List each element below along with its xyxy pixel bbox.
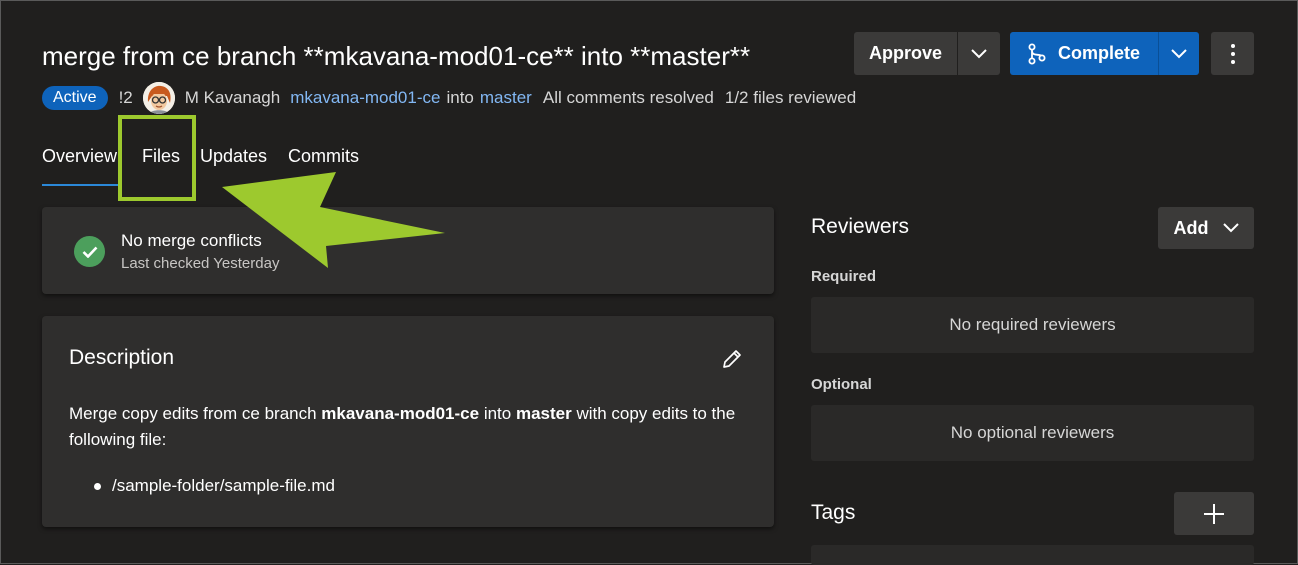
description-text-start: Merge copy edits from ce branch [69, 404, 322, 423]
merge-status-title: No merge conflicts [121, 231, 262, 250]
comments-status: All comments resolved [542, 88, 714, 107]
description-text-mid: into [479, 404, 516, 423]
reviewers-heading: Reviewers [811, 215, 910, 238]
pencil-icon[interactable] [720, 347, 744, 371]
source-branch-link[interactable]: mkavana-mod01-ce [290, 88, 440, 108]
bullet-dot [94, 482, 101, 490]
description-card: Description Merge copy edits from ce bra… [42, 316, 774, 527]
tags-heading: Tags [811, 501, 856, 524]
avatar[interactable] [142, 82, 175, 114]
pr-id: !2 [118, 88, 133, 107]
branch-merge-icon [1028, 43, 1046, 64]
required-reviewers-box: No required reviewers [811, 297, 1254, 353]
plus-icon [1204, 503, 1224, 524]
description-target-branch: master [515, 404, 572, 423]
add-tag-button[interactable] [1174, 492, 1254, 535]
files-tab-highlight-box [118, 115, 196, 201]
approve-button[interactable]: Approve [854, 32, 957, 75]
more-vertical-icon [1230, 43, 1235, 64]
chevron-down-icon [1171, 48, 1187, 58]
tab-bar: Overview Files Updates Commits [42, 140, 368, 186]
pr-meta-row: Active !2 M Kavanagh mkavana-mod01-ce in… [42, 82, 856, 114]
target-branch-link[interactable]: master [480, 88, 532, 108]
approve-split-button: Approve [854, 32, 1000, 75]
status-badge: Active [42, 86, 108, 110]
complete-button[interactable]: Complete [1010, 32, 1158, 75]
merge-status-card: No merge conflicts Last checked Yesterda… [42, 207, 774, 294]
chevron-down-icon [971, 48, 987, 58]
avatar-image [142, 82, 175, 114]
description-heading: Description [69, 346, 175, 369]
complete-dropdown-button[interactable] [1159, 32, 1199, 75]
author-name[interactable]: M Kavanagh [185, 88, 280, 108]
approve-dropdown-button[interactable] [958, 32, 1000, 75]
add-reviewer-button[interactable]: Add [1158, 207, 1254, 249]
complete-button-label: Complete [1057, 43, 1140, 63]
page-title: merge from ce branch **mkavana-mod01-ce*… [42, 41, 751, 71]
check-circle-icon [74, 236, 105, 267]
description-source-branch: mkavana-mod01-ce [321, 404, 480, 423]
list-item: /sample-folder/sample-file.md [94, 473, 335, 499]
files-reviewed-status: 1/2 files reviewed [724, 88, 857, 107]
optional-label: Optional [811, 376, 872, 393]
required-label: Required [811, 268, 877, 285]
more-actions-button[interactable] [1211, 32, 1254, 75]
tab-updates[interactable]: Updates [200, 140, 288, 186]
tab-commits[interactable]: Commits [288, 140, 368, 186]
tab-overview[interactable]: Overview [42, 140, 120, 186]
description-text: Merge copy edits from ce branch mkavana-… [69, 401, 759, 453]
complete-split-button: Complete [1010, 32, 1199, 75]
tags-list [811, 545, 1254, 565]
add-reviewer-label: Add [1173, 217, 1209, 238]
chevron-down-icon [1222, 223, 1239, 233]
file-path: /sample-folder/sample-file.md [112, 476, 335, 495]
into-text: into [446, 88, 474, 107]
optional-reviewers-box: No optional reviewers [811, 405, 1254, 461]
merge-status-subtitle: Last checked Yesterday [121, 255, 280, 272]
